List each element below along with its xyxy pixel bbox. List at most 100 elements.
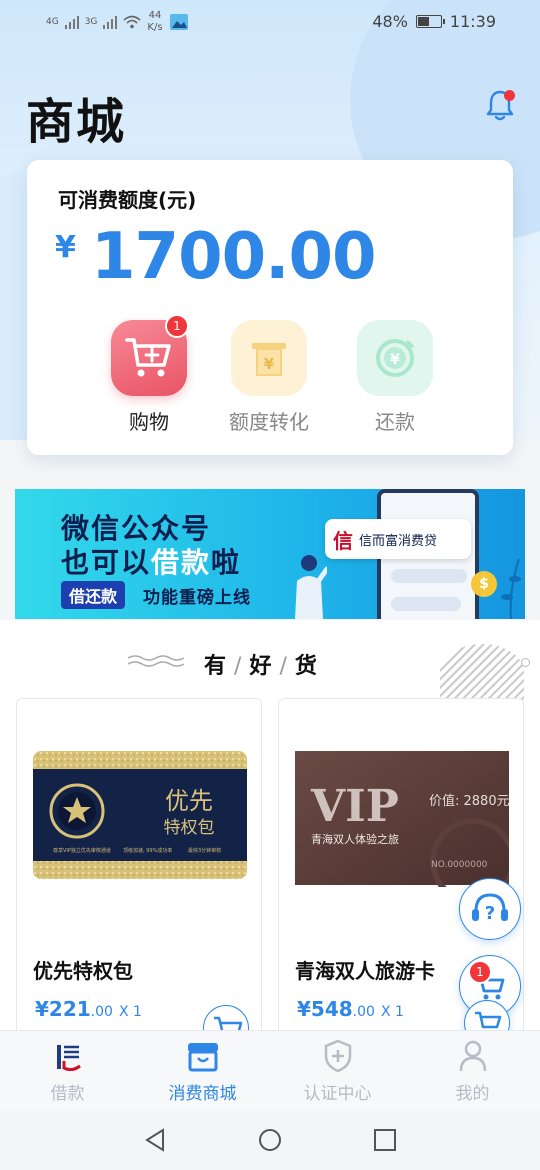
product-price: ¥548.00 X 1 xyxy=(297,997,404,1021)
customer-service-button[interactable]: ? xyxy=(459,878,521,940)
action-repay[interactable]: ¥ 还款 xyxy=(335,320,455,435)
svg-text:¥: ¥ xyxy=(264,355,275,373)
price-main: ¥548 xyxy=(297,997,353,1021)
tab-store[interactable]: 消费商城 xyxy=(135,1039,270,1104)
card-fineprint: 尊享VIP独立优先审核通道 xyxy=(53,847,111,854)
clock: 11:39 xyxy=(449,12,496,31)
card-title: 优先 xyxy=(165,787,213,815)
back-icon[interactable] xyxy=(142,1127,168,1153)
shield-plus-icon xyxy=(321,1039,355,1073)
vip-card-illustration: VIP 价值: 2880元 青海双人体验之旅 NO.0000000 xyxy=(295,751,516,904)
cart-plus-icon xyxy=(125,338,171,377)
hatch-decor xyxy=(440,644,524,700)
product-price: ¥221.00 X 1 xyxy=(35,997,142,1021)
action-label: 购物 xyxy=(129,410,169,434)
currency-symbol: ¥ xyxy=(55,230,76,265)
card-fineprint: 顶级加速, 99%成功率 xyxy=(123,847,172,854)
banner-line2: 也可以借款啦 xyxy=(61,541,241,581)
signal-icon xyxy=(64,15,79,29)
status-left: 4G 3G 44 K/s xyxy=(46,10,189,34)
action-quota-convert[interactable]: ¥ 额度转化 xyxy=(209,320,329,435)
coin-icon: $ xyxy=(471,571,497,597)
home-icon[interactable] xyxy=(257,1127,283,1153)
tab-label: 我的 xyxy=(455,1084,490,1104)
network-type-2: 3G xyxy=(84,17,98,27)
price-decimal: .00 xyxy=(90,1004,113,1020)
battery-fill xyxy=(417,17,429,26)
section-title: 有 / 好 / 货 xyxy=(204,648,319,680)
product-card[interactable]: 优先 特权包 尊享VIP独立优先审核通道 顶级加速, 99%成功率 最快3分钟审… xyxy=(16,698,262,1038)
tab-loan[interactable]: 借款 xyxy=(0,1039,135,1104)
banner-line2-suffix: 啦 xyxy=(211,546,242,579)
action-shopping[interactable]: 1 购物 xyxy=(89,314,209,435)
tab-mine[interactable]: 我的 xyxy=(405,1039,540,1104)
phone-row xyxy=(391,569,467,583)
price-qty: X 1 xyxy=(118,1004,142,1020)
card-value: 价值: 2880元 xyxy=(429,793,509,809)
system-nav-bar xyxy=(0,1110,540,1170)
banner-line3: 功能重磅上线 xyxy=(143,588,251,608)
net-speed: 44 K/s xyxy=(147,10,162,34)
banner-pill: 借还款 xyxy=(61,581,126,609)
store-icon xyxy=(186,1039,220,1073)
product-image-travel: VIP 价值: 2880元 青海双人体验之旅 NO.0000000 xyxy=(295,751,516,904)
headset-question-icon: ? xyxy=(472,893,508,924)
wave-decor xyxy=(128,655,185,667)
page-title: 商城 xyxy=(26,94,127,150)
signal-icon xyxy=(103,15,118,29)
card-subtitle: 特权包 xyxy=(164,818,215,838)
phone-row xyxy=(391,597,461,611)
xin-logo-icon xyxy=(51,1039,85,1073)
banner-line2-prefix: 也可以 xyxy=(61,546,152,579)
action-label: 额度转化 xyxy=(229,410,309,434)
section-header: 有 / 好 / 货 xyxy=(0,620,540,700)
recents-icon[interactable] xyxy=(372,1127,398,1153)
network-type-1: 4G xyxy=(46,17,59,27)
svg-text:¥: ¥ xyxy=(390,352,400,368)
action-label: 还款 xyxy=(375,410,415,434)
banner-line2-highlight: 借款 xyxy=(151,546,212,579)
chat-text: 信而富消费贷 xyxy=(359,533,438,549)
chat-logo: 信 xyxy=(333,528,353,553)
card-fineprint: 最快3分钟审核 xyxy=(188,847,221,854)
section-title-sep: / xyxy=(279,654,289,679)
card-vip: VIP xyxy=(310,781,399,832)
tab-label: 消费商城 xyxy=(168,1084,237,1104)
notification-dot xyxy=(504,90,515,101)
section-title-char: 货 xyxy=(294,654,319,679)
priority-card-illustration: 优先 特权包 尊享VIP独立优先审核通道 顶级加速, 99%成功率 最快3分钟审… xyxy=(33,751,247,879)
refresh-yen-icon: ¥ xyxy=(376,339,415,377)
status-bar: 4G 3G 44 K/s 48% 11:39 xyxy=(0,0,540,44)
product-name: 优先特权包 xyxy=(33,959,133,983)
app-notification-icon xyxy=(169,14,188,30)
tab-label: 认证中心 xyxy=(303,1084,372,1104)
card-number: NO.0000000 xyxy=(431,860,488,870)
user-icon xyxy=(456,1039,490,1073)
cart-badge: 1 xyxy=(468,960,492,984)
tab-label: 借款 xyxy=(50,1084,85,1104)
battery-percent: 48% xyxy=(372,12,408,31)
chat-bubble: 信 信而富消费贷 xyxy=(325,519,471,559)
svg-text:?: ? xyxy=(485,903,495,924)
action-tile: 1 xyxy=(111,314,189,396)
card-subtitle: 青海双人体验之旅 xyxy=(311,832,399,846)
tab-verification[interactable]: 认证中心 xyxy=(270,1039,405,1104)
net-speed-value: 44 xyxy=(148,10,162,21)
net-speed-unit: K/s xyxy=(147,22,163,33)
action-tile: ¥ xyxy=(357,320,433,396)
action-tile: ¥ xyxy=(231,320,307,396)
leaf-illustration xyxy=(501,558,521,619)
bottom-tab-bar: 借款 消费商城 认证中心 我的 xyxy=(0,1030,540,1110)
product-image-priority: 优先 特权包 尊享VIP独立优先审核通道 顶级加速, 99%成功率 最快3分钟审… xyxy=(33,751,247,881)
status-right: 48% 11:39 xyxy=(372,12,496,31)
ring-decor xyxy=(521,658,530,667)
price-qty: X 1 xyxy=(380,1004,404,1020)
shopping-badge: 1 xyxy=(165,314,189,338)
section-title-char: 有 xyxy=(204,654,229,679)
product-name: 青海双人旅游卡 xyxy=(295,959,435,983)
promo-banner[interactable]: 微信公众号 也可以借款啦 借还款 功能重磅上线 信 信而富消费贷 $ xyxy=(15,489,525,619)
section-title-char: 好 xyxy=(249,654,274,679)
battery-icon xyxy=(415,15,445,28)
atm-yen-icon: ¥ xyxy=(252,343,286,376)
price-main: ¥221 xyxy=(35,997,91,1021)
